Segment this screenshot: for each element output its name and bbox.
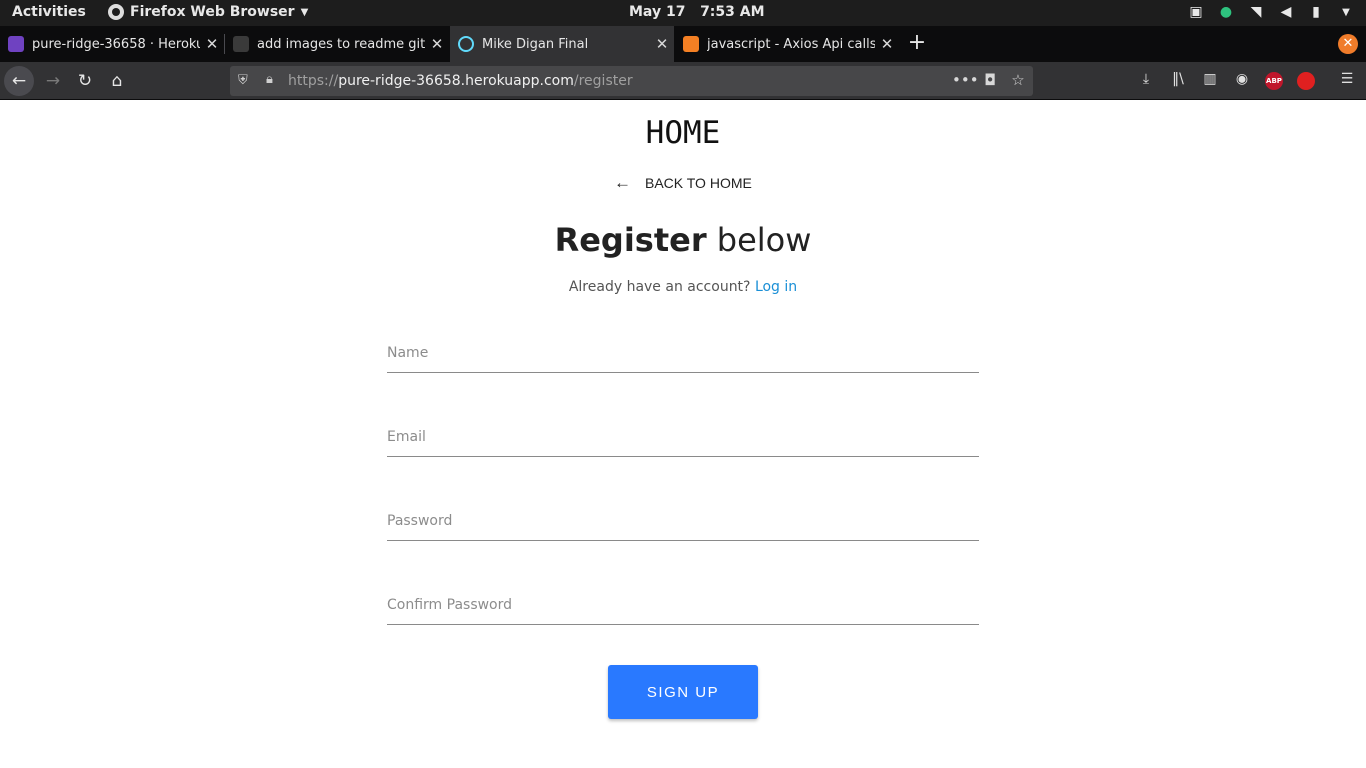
tab-stackoverflow[interactable]: javascript - Axios Api calls i ✕ xyxy=(675,26,899,62)
confirm-password-input[interactable] xyxy=(387,585,979,625)
battery-icon[interactable]: ▮ xyxy=(1308,4,1324,20)
register-heading-rest: below xyxy=(706,221,812,259)
email-input[interactable] xyxy=(387,417,979,457)
firefox-icon xyxy=(108,4,124,20)
volume-icon[interactable]: ◀ xyxy=(1278,4,1294,20)
ublock-icon[interactable] xyxy=(1297,72,1315,90)
tab-strip: pure-ridge-36658 · Heroku ✕ add images t… xyxy=(0,26,1366,62)
sidebar-icon[interactable]: ▥ xyxy=(1200,71,1220,87)
page-content: HOME ← BACK TO HOME Register below Alrea… xyxy=(0,101,1366,768)
register-heading-bold: Register xyxy=(554,221,707,259)
register-heading: Register below xyxy=(0,221,1366,259)
close-icon[interactable]: ✕ xyxy=(875,35,899,53)
url-scheme: https:// xyxy=(288,73,339,89)
system-tray[interactable]: ▣ ● ◥ ◀ ▮ ▼ xyxy=(1188,4,1354,20)
clock-date: May 17 xyxy=(629,4,686,20)
tab-label: add images to readme github xyxy=(257,36,425,52)
hamburger-menu-icon[interactable]: ☰ xyxy=(1337,71,1357,87)
wifi-icon[interactable]: ◥ xyxy=(1248,4,1264,20)
tab-label: pure-ridge-36658 · Heroku xyxy=(32,36,200,52)
system-top-bar: Activities Firefox Web Browser ▼ May 17 … xyxy=(0,0,1366,26)
new-tab-plus-icon[interactable]: + xyxy=(905,30,929,55)
url-bar[interactable]: ⛨ 🔒︎ https://pure-ridge-36658.herokuapp.… xyxy=(230,66,1033,96)
navigation-toolbar: ← → ↻ ⌂ ⛨ 🔒︎ https://pure-ridge-36658.he… xyxy=(0,62,1366,100)
extension-status-icon[interactable]: ● xyxy=(1218,4,1234,20)
search-favicon-icon xyxy=(233,36,249,52)
reload-icon[interactable]: ↻ xyxy=(70,66,100,96)
tab-label: javascript - Axios Api calls i xyxy=(707,36,875,52)
react-favicon-icon xyxy=(458,36,474,52)
arrow-left-icon: ← xyxy=(614,173,631,192)
back-to-home-label: BACK TO HOME xyxy=(645,175,752,191)
lock-icon[interactable]: 🔒︎ xyxy=(266,72,273,87)
library-icon[interactable]: ‖\ xyxy=(1168,71,1188,87)
url-path: /register xyxy=(573,73,633,89)
close-icon[interactable]: ✕ xyxy=(200,35,224,53)
url-host: pure-ridge-36658.herokuapp.com xyxy=(338,73,574,89)
password-input[interactable] xyxy=(387,501,979,541)
home-icon[interactable]: ⌂ xyxy=(102,66,132,96)
power-menu-icon[interactable]: ▼ xyxy=(1338,7,1354,18)
tracking-shield-icon[interactable]: ⛨ xyxy=(238,73,248,88)
login-link[interactable]: Log in xyxy=(755,279,797,295)
pocket-icon[interactable]: ◘ xyxy=(980,71,1000,89)
heroku-favicon-icon xyxy=(8,36,24,52)
tab-mike-digan-final[interactable]: Mike Digan Final ✕ xyxy=(450,26,674,62)
login-prompt: Already have an account? Log in xyxy=(0,279,1366,295)
back-to-home-link[interactable]: ← BACK TO HOME xyxy=(614,173,752,193)
close-icon[interactable]: ✕ xyxy=(425,35,449,53)
clock[interactable]: May 17 7:53 AM xyxy=(629,4,765,20)
forward-arrow-icon[interactable]: → xyxy=(38,66,68,96)
clock-time: 7:53 AM xyxy=(700,4,765,20)
app-menu[interactable]: Firefox Web Browser ▼ xyxy=(108,4,308,20)
bookmark-star-icon[interactable]: ☆ xyxy=(1008,71,1028,89)
login-prompt-text: Already have an account? xyxy=(568,279,751,295)
stackoverflow-favicon-icon xyxy=(683,36,699,52)
page-actions-icon[interactable]: ••• xyxy=(952,71,979,89)
account-icon[interactable]: ◉ xyxy=(1232,71,1252,87)
back-arrow-icon[interactable]: ← xyxy=(4,66,34,96)
screen-share-icon[interactable]: ▣ xyxy=(1188,4,1204,20)
name-input[interactable] xyxy=(387,333,979,373)
sign-up-button[interactable]: SIGN UP xyxy=(608,665,758,719)
tab-heroku[interactable]: pure-ridge-36658 · Heroku ✕ xyxy=(0,26,224,62)
tab-github-readme[interactable]: add images to readme github ✕ xyxy=(225,26,449,62)
downloads-icon[interactable]: ⤓ xyxy=(1136,71,1156,87)
home-title: HOME xyxy=(645,115,721,151)
url-text[interactable]: https://pure-ridge-36658.herokuapp.com/r… xyxy=(288,73,633,89)
adblock-plus-icon[interactable]: ABP xyxy=(1265,72,1283,90)
activities-button[interactable]: Activities xyxy=(12,4,86,20)
close-icon[interactable]: ✕ xyxy=(650,35,674,53)
caret-down-icon: ▼ xyxy=(300,6,309,18)
app-menu-label: Firefox Web Browser xyxy=(130,4,295,20)
tab-label: Mike Digan Final xyxy=(482,36,589,52)
close-window-icon[interactable]: ✕ xyxy=(1338,34,1358,54)
